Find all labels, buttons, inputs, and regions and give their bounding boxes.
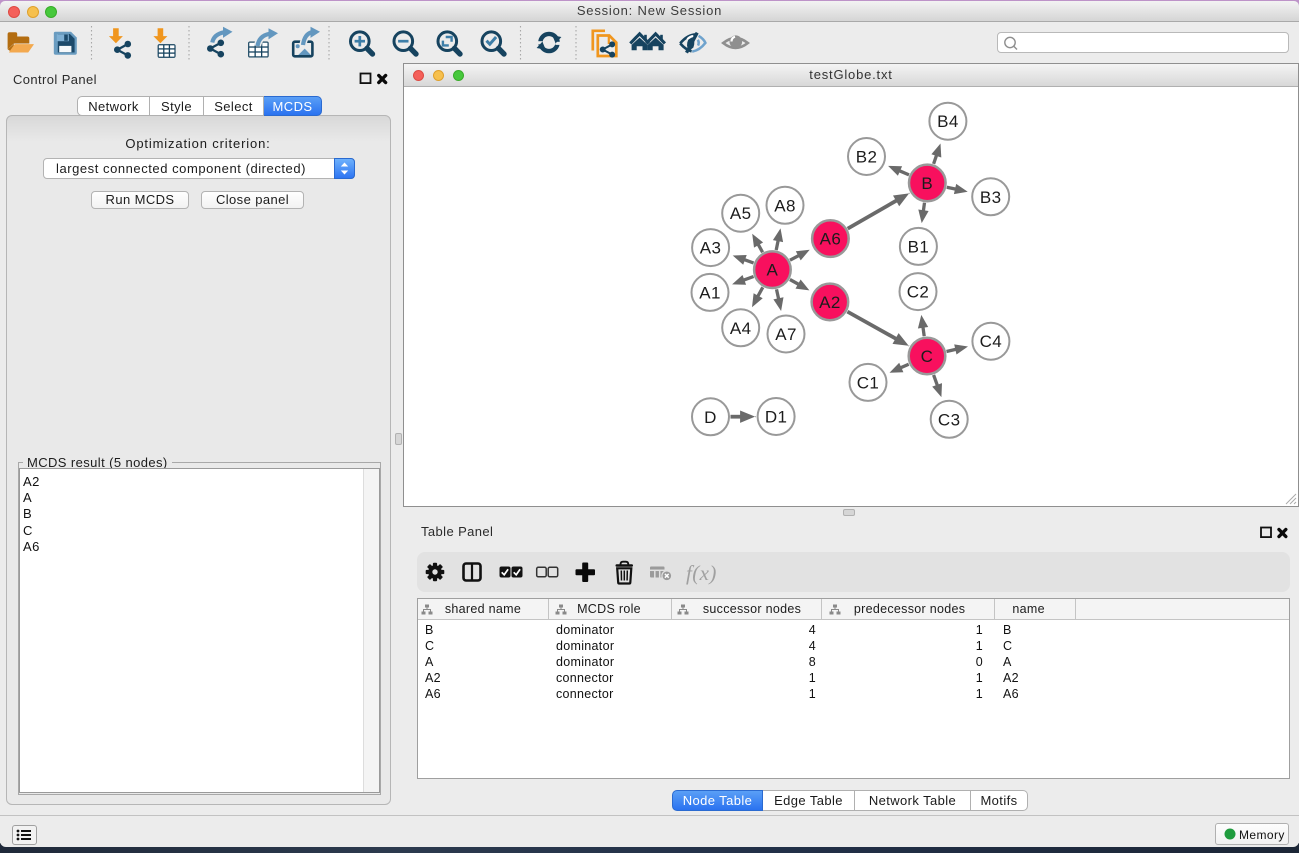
svg-text:C1: C1 [857,373,880,392]
svg-text:A5: A5 [730,204,752,223]
svg-text:A6: A6 [820,230,842,249]
svg-text:A: A [767,261,779,280]
svg-text:B2: B2 [856,148,878,167]
svg-text:B3: B3 [980,188,1002,207]
svg-text:C: C [921,347,934,366]
svg-text:f(x): f(x) [686,561,717,585]
svg-text:A3: A3 [700,239,722,258]
svg-text:A8: A8 [774,196,796,215]
svg-text:C2: C2 [907,283,930,302]
svg-text:D1: D1 [765,408,788,427]
svg-text:A7: A7 [775,325,797,344]
svg-text:A4: A4 [730,319,752,338]
svg-text:A2: A2 [819,293,841,312]
svg-text:B1: B1 [908,237,930,256]
svg-text:D: D [704,408,717,427]
svg-text:B4: B4 [937,112,959,131]
svg-text:B: B [921,174,933,193]
svg-text:C4: C4 [980,332,1003,351]
svg-text:C3: C3 [938,410,961,429]
svg-text:A1: A1 [699,283,721,302]
